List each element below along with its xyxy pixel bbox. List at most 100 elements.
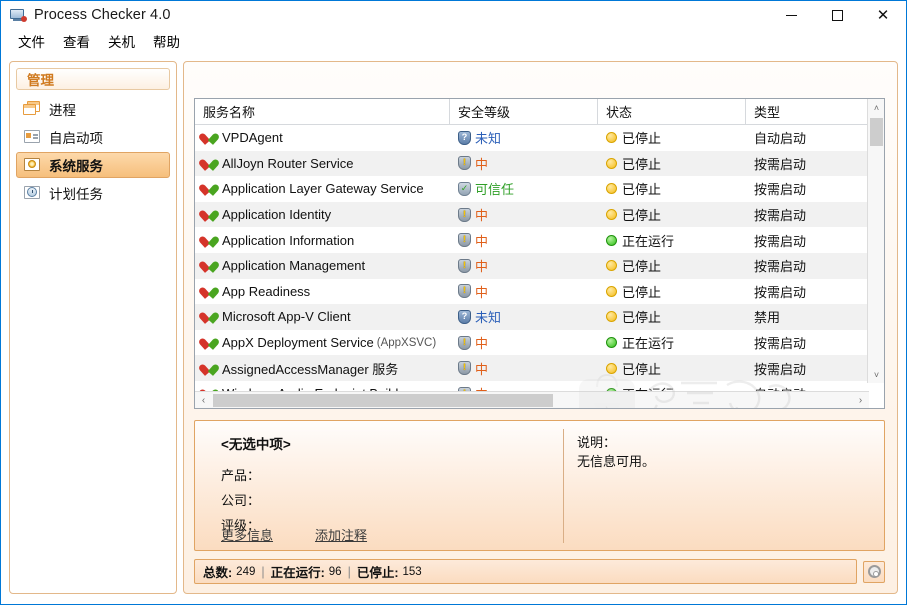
status-text: 正在运行	[622, 233, 675, 249]
sidebar: 管理 进程 自启动项 系统服务 计划任务	[9, 61, 177, 594]
shield-medium-icon: !	[458, 258, 471, 273]
vertical-scrollbar[interactable]: ˄ ˅	[867, 99, 884, 383]
status-dot-stopped-icon	[606, 132, 617, 144]
settings-button[interactable]	[863, 560, 885, 583]
service-heart-icon	[197, 182, 221, 197]
more-info-link[interactable]: 更多信息	[221, 525, 273, 544]
column-header-status[interactable]: 状态	[598, 99, 746, 124]
cell-service-name: App Readiness	[195, 284, 450, 299]
status-dot-stopped-icon	[606, 362, 617, 374]
menu-item-file[interactable]: 文件	[10, 29, 53, 53]
scroll-up-button[interactable]: ˄	[868, 99, 884, 116]
service-name-suffix: (AppXSVC)	[376, 336, 437, 349]
security-level-text: 中	[475, 208, 489, 224]
service-name-text: AllJoyn Router Service	[222, 155, 354, 171]
shield-medium-icon: !	[458, 207, 471, 222]
sidebar-item-processes[interactable]: 进程	[16, 96, 170, 122]
cell-type: 按需启动	[754, 284, 807, 300]
table-row[interactable]: Application Information! 中正在运行 按需启动	[195, 227, 884, 253]
shield-medium-icon: !	[458, 284, 471, 299]
sidebar-item-startup[interactable]: 自启动项	[16, 124, 170, 150]
cell-security-level: !中	[450, 205, 598, 224]
cell-type: 按需启动	[754, 208, 807, 224]
menu-item-view[interactable]: 查看	[55, 29, 98, 53]
cell-security-level: !中	[450, 282, 598, 301]
table-row[interactable]: AssignedAccessManager 服务! 中已停止 按需启动	[195, 355, 884, 381]
status-dot-stopped-icon	[606, 260, 617, 272]
description-value: 无信息可用。	[577, 454, 656, 469]
cell-status: 已停止	[598, 179, 746, 198]
table-row[interactable]: VPDAgent? 未知 已停止 自动启动	[195, 125, 884, 151]
security-level-text: 中	[475, 284, 489, 300]
status-text: 已停止	[622, 284, 662, 300]
table-row[interactable]: Application Management! 中已停止 按需启动	[195, 252, 884, 279]
table-body: VPDAgent? 未知 已停止 自动启动 AllJoyn Router Service…	[195, 125, 884, 408]
title-bar: Process Checker 4.0 ✕	[1, 1, 906, 29]
cell-type: 按需启动	[754, 233, 807, 249]
gear-icon	[867, 565, 881, 578]
column-header-service-name[interactable]: 服务名称	[195, 99, 450, 124]
sidebar-item-label: 计划任务	[49, 187, 103, 202]
table-row[interactable]: Application Layer Gateway Service ✓ 可信任 已停止…	[195, 176, 884, 202]
detail-panel: <无选中项> 产品： 公司： 评级： 更多信息 添加注释 说明： 无信息可用。	[194, 420, 885, 551]
maximize-button[interactable]	[814, 1, 860, 29]
scroll-down-button[interactable]: ˅	[868, 366, 884, 383]
status-dot-stopped-icon	[606, 285, 617, 297]
minimize-icon	[785, 14, 797, 16]
column-header-type[interactable]: 类型	[746, 99, 870, 124]
shield-medium-icon: !	[458, 335, 471, 350]
running-label: 正在运行:	[270, 566, 325, 580]
table-header-row: 服务名称 安全等级 状态 类型	[195, 99, 884, 125]
horizontal-scroll-thumb[interactable]	[213, 394, 553, 407]
service-heart-icon	[197, 208, 221, 222]
status-dot-stopped-icon	[606, 157, 617, 169]
clock-box-icon	[23, 185, 41, 201]
menu-item-shutdown[interactable]: 关机	[100, 29, 143, 53]
table-row[interactable]: AllJoyn Router Service! 中已停止 按需启动	[195, 150, 884, 177]
shield-trusted-icon: ✓	[458, 181, 471, 196]
add-note-link[interactable]: 添加注释	[315, 525, 367, 544]
shield-unknown-icon: ?	[458, 309, 471, 324]
security-level-text: 未知	[475, 131, 502, 147]
cell-security-level: ? 未知	[450, 128, 598, 147]
minimize-button[interactable]	[768, 1, 814, 29]
table-row[interactable]: Microsoft App-V Client? 未知 已停止 禁用	[195, 304, 884, 330]
status-text: 已停止	[622, 310, 662, 326]
cell-type: 按需启动	[754, 336, 807, 352]
menu-bar: 文件 查看 关机 帮助	[1, 29, 906, 53]
service-heart-icon	[197, 259, 221, 274]
service-heart-icon	[197, 234, 221, 248]
status-dot-running-icon	[606, 337, 617, 349]
table-row[interactable]: Application Identity! 中已停止 按需启动	[195, 201, 884, 228]
table-row[interactable]: AppX Deployment Service (AppXSVC)! 中正在运行 按需…	[195, 330, 884, 356]
form-icon	[23, 129, 41, 145]
total-value: 249	[236, 565, 256, 578]
cell-status: 已停止	[598, 154, 746, 173]
status-text: 已停止	[622, 208, 662, 224]
sidebar-item-services[interactable]: 系统服务	[16, 152, 170, 178]
cell-security-level: !中	[450, 359, 598, 378]
security-level-text: 中	[475, 233, 489, 249]
scroll-left-button[interactable]: ‹	[195, 392, 212, 409]
vertical-scroll-thumb[interactable]	[870, 118, 883, 146]
service-name-text: Application Information	[222, 232, 355, 248]
total-label: 总数:	[203, 566, 233, 580]
horizontal-scrollbar[interactable]: ‹ ›	[195, 391, 869, 408]
security-level-text: 中	[475, 361, 489, 377]
cell-security-level: !中	[450, 333, 598, 352]
workspace: 管理 进程 自启动项 系统服务 计划任务 服务名称 安全等级 状态 类型 VPD…	[1, 53, 906, 604]
table-row[interactable]: App Readiness! 中已停止 按需启动	[195, 279, 884, 305]
scroll-right-button[interactable]: ›	[852, 392, 869, 408]
status-dot-stopped-icon	[606, 183, 617, 195]
security-level-text: 中	[475, 156, 489, 172]
detail-company-label: 公司：	[221, 493, 261, 508]
status-text: 已停止	[622, 361, 662, 377]
security-level-text: 中	[475, 259, 489, 275]
detail-title: <无选中项>	[221, 437, 291, 452]
column-header-security-level[interactable]: 安全等级	[450, 99, 598, 124]
sidebar-item-scheduled-tasks[interactable]: 计划任务	[16, 180, 170, 206]
status-bar: 总数: 249 | 正在运行: 96 | 已停止: 153	[194, 559, 885, 584]
close-button[interactable]: ✕	[860, 1, 906, 29]
status-separator: |	[261, 564, 265, 579]
menu-item-help[interactable]: 帮助	[145, 29, 188, 53]
